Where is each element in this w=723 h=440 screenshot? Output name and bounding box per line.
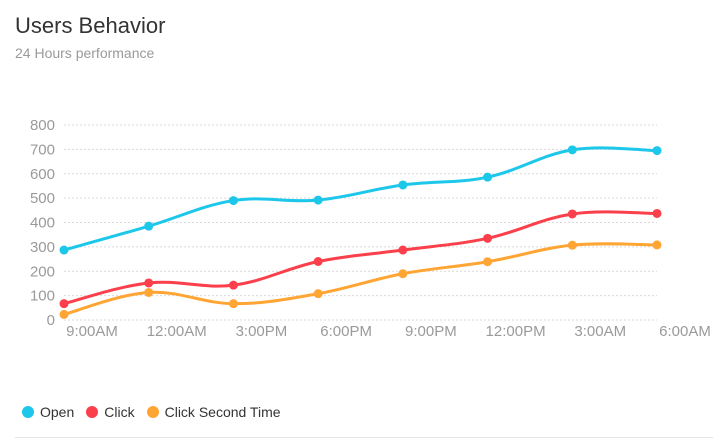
data-point-click-7 — [652, 208, 662, 218]
data-point-click-6 — [567, 209, 577, 219]
x-tick-label-2: 3:00PM — [236, 323, 288, 340]
x-tick-label-4: 9:00PM — [405, 323, 457, 340]
y-tick-label-300: 300 — [30, 239, 55, 256]
x-tick-label-3: 6:00PM — [320, 323, 372, 340]
data-point-open-5 — [483, 172, 493, 182]
y-tick-label-500: 500 — [30, 190, 55, 207]
card-footer-divider — [15, 437, 713, 438]
data-point-open-4 — [398, 180, 408, 190]
x-tick-label-0: 9:00AM — [66, 323, 118, 340]
data-point-click-2 — [228, 280, 238, 290]
x-tick-label-5: 12:00PM — [486, 323, 546, 340]
x-tick-label-7: 6:00AM — [659, 323, 711, 340]
data-point-open-1 — [144, 221, 154, 231]
data-point-click-second-time-6 — [567, 240, 577, 250]
data-point-click-1 — [144, 278, 154, 288]
y-tick-label-600: 600 — [30, 166, 55, 183]
legend-marker-click — [86, 406, 99, 418]
x-tick-label-1: 12:00AM — [147, 323, 207, 340]
y-tick-label-400: 400 — [30, 215, 55, 232]
data-point-click-second-time-1 — [144, 287, 154, 297]
legend-label-click-second-time: Click Second Time — [164, 404, 281, 420]
data-point-click-5 — [483, 233, 493, 243]
legend-item-click: Click — [86, 404, 135, 420]
data-point-open-6 — [567, 145, 577, 155]
series-line-open — [62, 146, 659, 252]
data-point-open-0 — [59, 245, 69, 255]
y-tick-label-200: 200 — [30, 263, 55, 280]
legend-item-open: Open — [22, 404, 74, 420]
data-point-click-second-time-3 — [313, 289, 323, 299]
y-tick-label-100: 100 — [30, 288, 55, 305]
y-tick-label-700: 700 — [30, 141, 55, 158]
line-chart: 0 100 200 300 400 500 600 700 800 9:00AM 12:00AM 3:… — [30, 117, 711, 340]
data-point-click-second-time-5 — [483, 257, 493, 267]
data-point-click-4 — [398, 245, 408, 255]
data-point-open-2 — [228, 196, 238, 206]
chart-legend: Open Click Click Second Time — [22, 404, 293, 420]
data-point-click-0 — [59, 299, 69, 309]
x-tick-label-6: 3:00AM — [574, 323, 626, 340]
legend-label-open: Open — [40, 404, 75, 420]
legend-item-click-second-time: Click Second Time — [146, 404, 281, 420]
legend-marker-open — [22, 406, 34, 418]
legend-label-click: Click — [104, 404, 135, 420]
y-tick-label-800: 800 — [30, 117, 55, 134]
legend-marker-click-second-time — [146, 406, 159, 418]
data-point-click-second-time-7 — [652, 240, 662, 250]
data-point-click-3 — [313, 257, 323, 266]
data-point-click-second-time-0 — [59, 309, 69, 319]
data-point-open-3 — [313, 195, 323, 205]
data-point-open-7 — [652, 146, 662, 156]
data-point-click-second-time-2 — [228, 299, 238, 309]
data-point-click-second-time-4 — [398, 269, 408, 279]
y-tick-label-0: 0 — [47, 312, 55, 329]
